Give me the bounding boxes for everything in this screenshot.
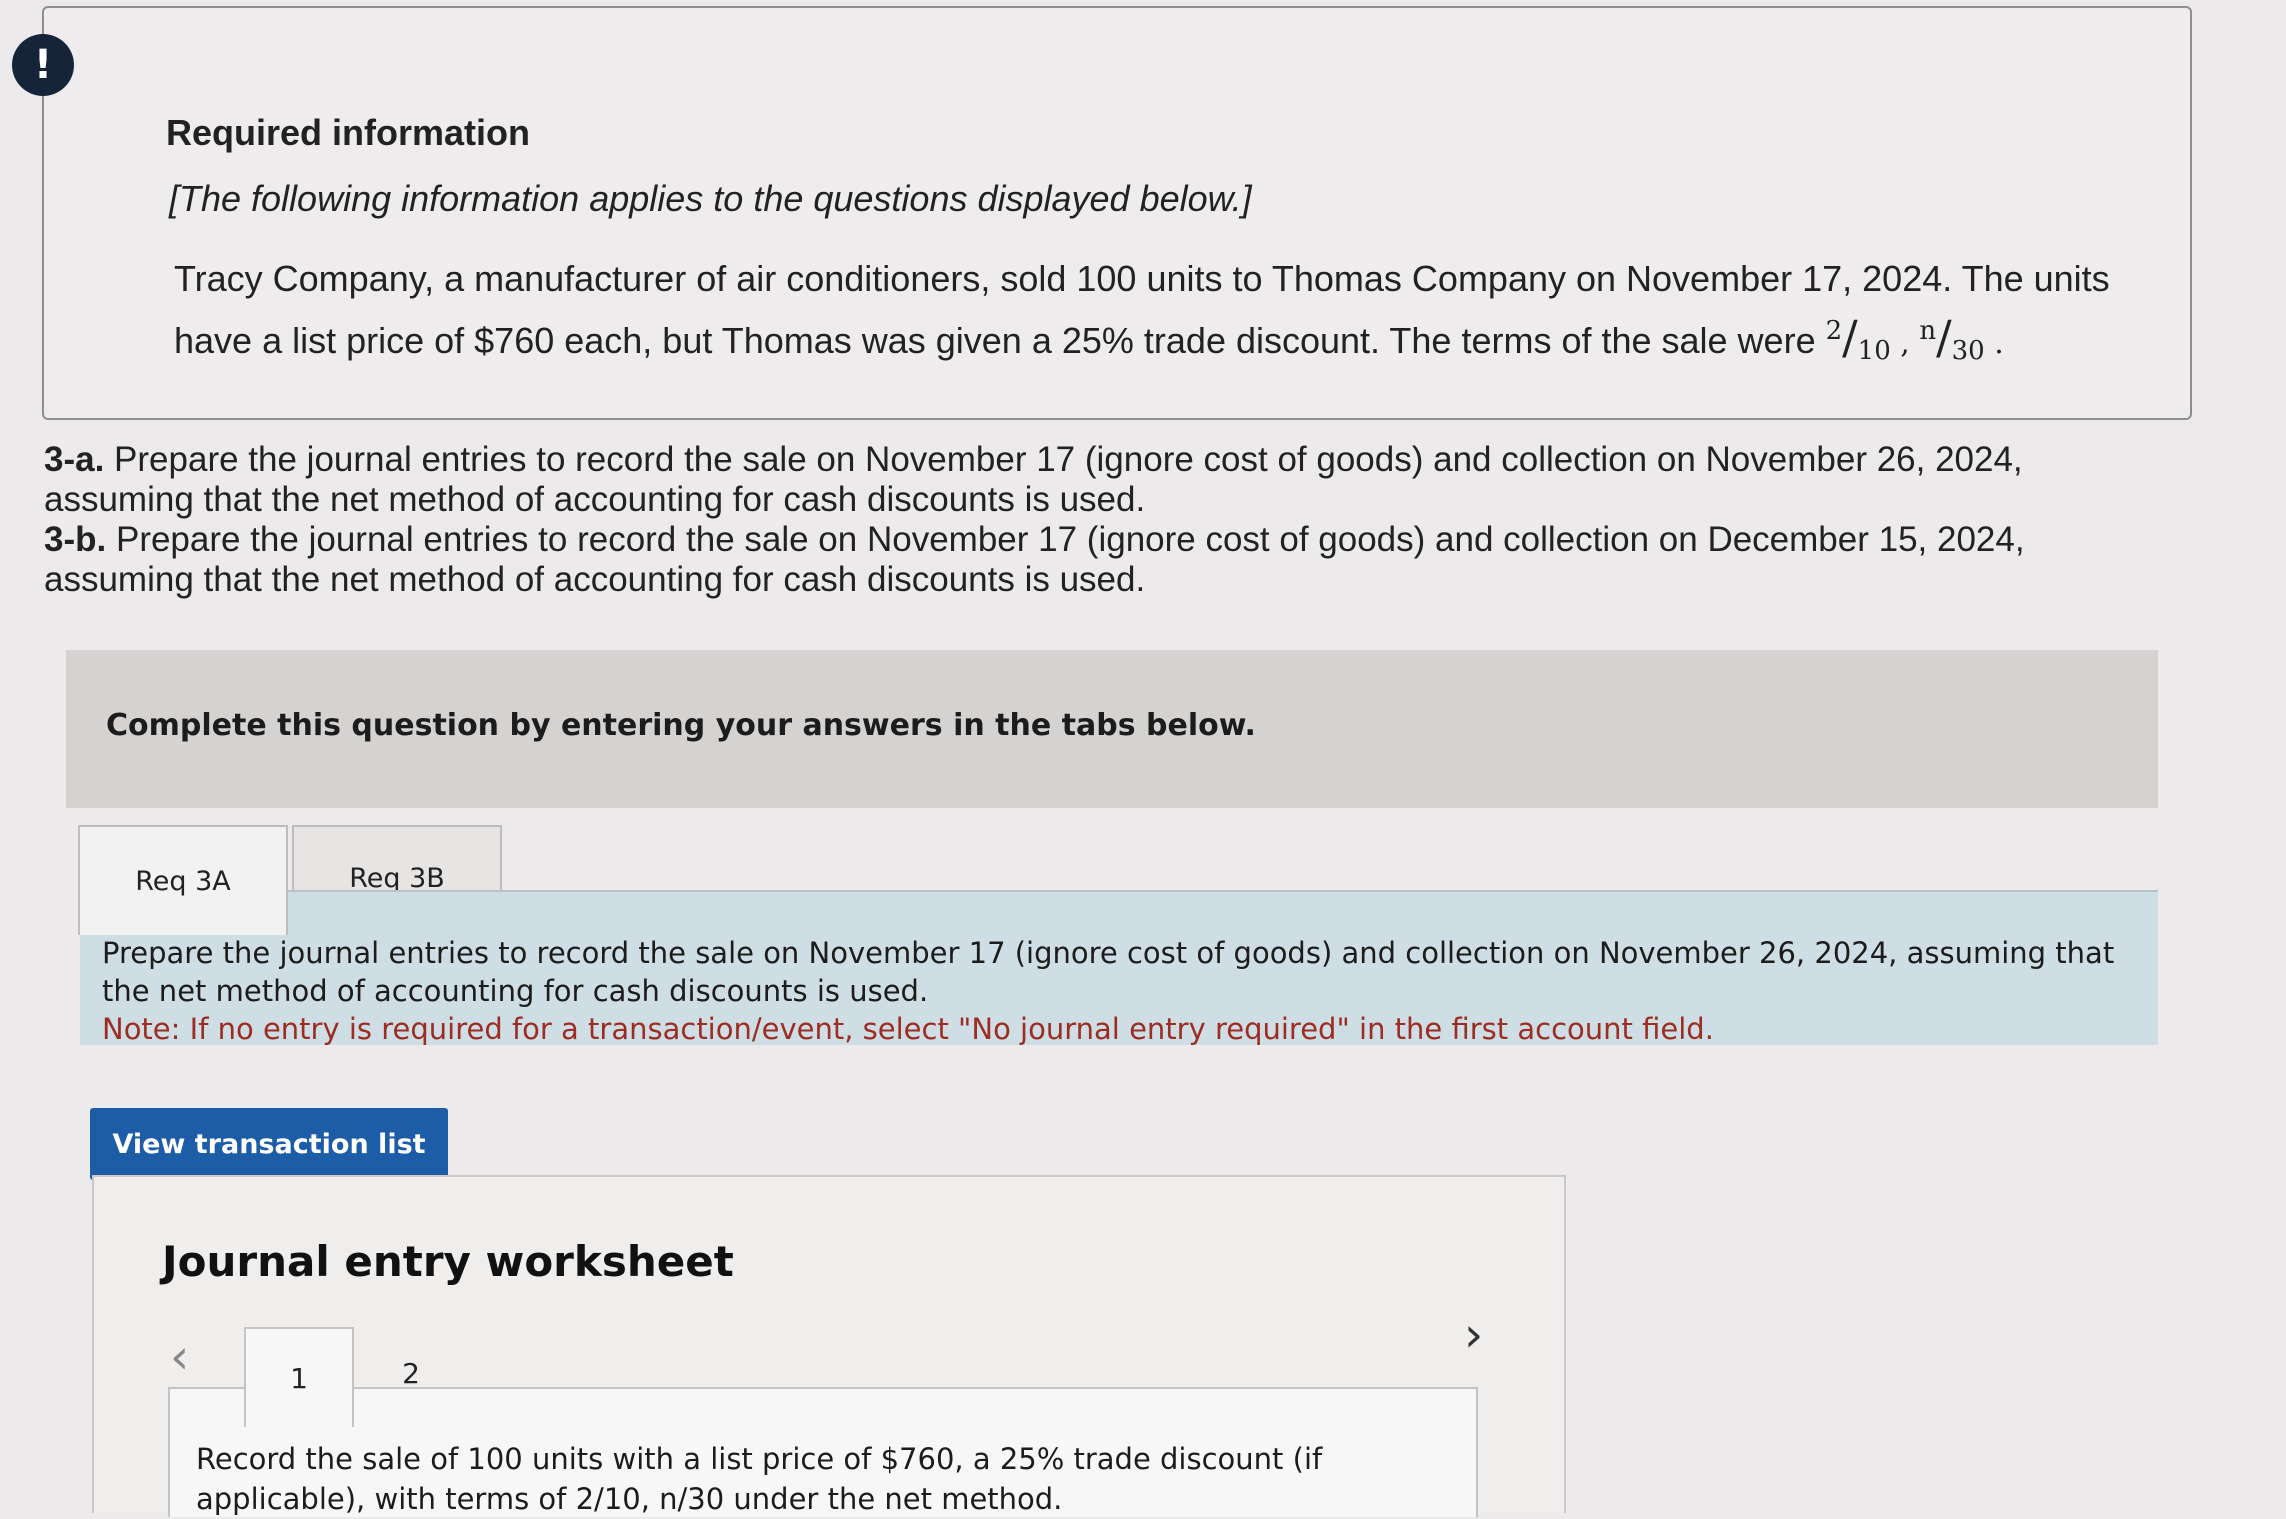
panel-instruction-text: Prepare the journal entries to record th… bbox=[102, 936, 2115, 1008]
panel-instructions: Prepare the journal entries to record th… bbox=[102, 934, 2132, 1048]
worksheet-instruction: Record the sale of 100 units with a list… bbox=[196, 1442, 1323, 1516]
alert-icon: ! bbox=[12, 34, 74, 96]
question-3a: 3-a. Prepare the journal entries to reco… bbox=[44, 440, 2023, 519]
required-information-body: Tracy Company, a manufacturer of air con… bbox=[174, 253, 2134, 377]
terms-fraction: 2/10 , n/30 . bbox=[1825, 310, 2004, 366]
view-transaction-list-button[interactable]: View transaction list bbox=[90, 1108, 448, 1180]
worksheet-content: Record the sale of 100 units with a list… bbox=[168, 1387, 1478, 1517]
scenario-text: Tracy Company, a manufacturer of air con… bbox=[174, 258, 2110, 361]
required-information-title: Required information bbox=[166, 112, 531, 153]
tab-panel: Prepare the journal entries to record th… bbox=[80, 890, 2158, 1048]
chevron-right-icon[interactable]: › bbox=[1464, 1307, 1483, 1363]
worksheet-title: Journal entry worksheet bbox=[162, 1237, 734, 1286]
tab-req-3a[interactable]: Req 3A bbox=[78, 825, 288, 935]
banner-text: Complete this question by entering your … bbox=[106, 708, 1256, 743]
question-3b: 3-b. Prepare the journal entries to reco… bbox=[44, 520, 2025, 599]
chevron-left-icon[interactable]: ‹ bbox=[170, 1329, 189, 1385]
panel-note: Note: If no entry is required for a tran… bbox=[102, 1012, 1714, 1046]
required-information-subtitle: [The following information applies to th… bbox=[169, 178, 1252, 219]
journal-entry-worksheet: Journal entry worksheet ‹ › 1 2 Record t… bbox=[92, 1175, 1566, 1517]
worksheet-step-1[interactable]: 1 bbox=[244, 1327, 354, 1427]
instructions-banner: Complete this question by entering your … bbox=[66, 650, 2158, 808]
required-information-box: Required information [The following info… bbox=[42, 6, 2192, 420]
question-text: 3-a. Prepare the journal entries to reco… bbox=[44, 440, 2104, 600]
